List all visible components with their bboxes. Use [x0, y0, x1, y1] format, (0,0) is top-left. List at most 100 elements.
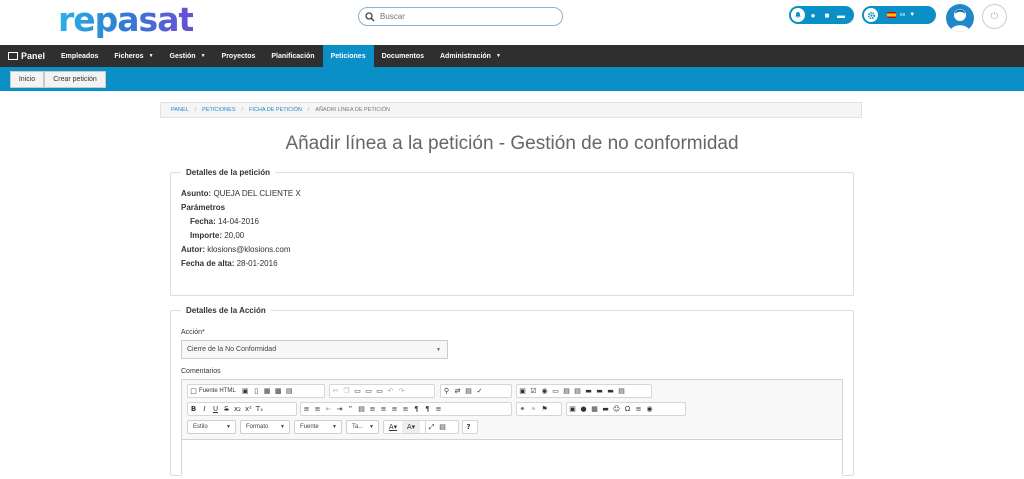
- image-icon[interactable]: ▣: [567, 403, 578, 415]
- chevron-down-icon[interactable]: ▼: [905, 8, 919, 22]
- ltr-icon[interactable]: ¶: [411, 403, 422, 415]
- crear-peticion-button[interactable]: Crear petición: [44, 71, 106, 88]
- rtl-icon[interactable]: ¶: [422, 403, 433, 415]
- breadcrumb-link[interactable]: Ficha de petición: [249, 107, 302, 113]
- nav-administracion[interactable]: Administración ▼: [432, 45, 509, 67]
- textfield-icon[interactable]: ▭: [550, 385, 561, 397]
- remove-format-icon[interactable]: Tₓ: [254, 403, 265, 415]
- style-dropdown[interactable]: Estilo ▼: [187, 420, 236, 434]
- message-icon[interactable]: ▬: [834, 8, 848, 22]
- strike-icon[interactable]: S: [221, 403, 232, 415]
- numbered-list-icon[interactable]: ≡: [301, 403, 312, 415]
- bulleted-list-icon[interactable]: ≡: [312, 403, 323, 415]
- gear-icon[interactable]: [863, 7, 879, 23]
- find-icon[interactable]: ⚲: [441, 385, 452, 397]
- cut-icon[interactable]: ✂: [330, 385, 341, 397]
- language-icon[interactable]: ≡: [433, 403, 444, 415]
- button-field-icon[interactable]: ▬: [583, 385, 594, 397]
- help-icon[interactable]: ?: [463, 421, 474, 433]
- hidden-field-icon[interactable]: ▬: [605, 385, 616, 397]
- paste-icon[interactable]: ▭: [352, 385, 363, 397]
- select-all-icon[interactable]: ▤: [463, 385, 474, 397]
- nav-documentos[interactable]: Documentos: [374, 45, 432, 67]
- outdent-icon[interactable]: ⇤: [323, 403, 334, 415]
- user-avatar[interactable]: [946, 4, 974, 32]
- repasat-logo[interactable]: repasat: [58, 2, 194, 38]
- horizontal-rule-icon[interactable]: ▬: [600, 403, 611, 415]
- redo-icon[interactable]: ↷: [396, 385, 407, 397]
- source-icon[interactable]: □: [188, 385, 199, 397]
- justify-icon[interactable]: ≡: [400, 403, 411, 415]
- toolbar-group-document: □ Fuente HTML ▣ ▯ ▦ ▩ ▤: [187, 384, 325, 398]
- nav-proyectos[interactable]: Proyectos: [214, 45, 264, 67]
- subscript-icon[interactable]: x₂: [232, 403, 243, 415]
- form-icon[interactable]: ▣: [517, 385, 528, 397]
- underline-icon[interactable]: U: [210, 403, 221, 415]
- spain-flag-icon[interactable]: [887, 12, 896, 18]
- link-icon[interactable]: ⚭: [517, 403, 528, 415]
- nav-panel[interactable]: Panel: [0, 45, 53, 67]
- italic-icon[interactable]: I: [199, 403, 210, 415]
- fecha-value: 14-04-2016: [218, 217, 259, 226]
- flash-icon[interactable]: ●: [578, 403, 589, 415]
- paste-word-icon[interactable]: ▭: [374, 385, 385, 397]
- maximize-icon[interactable]: ⤢: [426, 421, 437, 433]
- templates-icon[interactable]: ▤: [284, 385, 295, 397]
- blockquote-icon[interactable]: ”: [345, 403, 356, 415]
- anchor-icon[interactable]: ⚑: [539, 403, 550, 415]
- chat-icon[interactable]: ■: [820, 8, 834, 22]
- nav-peticiones[interactable]: Peticiones: [322, 45, 374, 67]
- special-char-icon[interactable]: Ω: [622, 403, 633, 415]
- smiley-icon[interactable]: ☺: [611, 403, 622, 415]
- create-div-icon[interactable]: ▤: [356, 403, 367, 415]
- nav-gestion[interactable]: Gestión ▼: [162, 45, 214, 67]
- image-button-icon[interactable]: ▬: [594, 385, 605, 397]
- accion-select[interactable]: Cierre de la No Conformidad ▼: [181, 340, 448, 359]
- align-left-icon[interactable]: ≡: [367, 403, 378, 415]
- superscript-icon[interactable]: x²: [243, 403, 254, 415]
- radio-icon[interactable]: ◉: [539, 385, 550, 397]
- table-icon[interactable]: ▦: [589, 403, 600, 415]
- size-dropdown[interactable]: Ta... ▼: [346, 420, 379, 434]
- unlink-icon[interactable]: ⚭: [528, 403, 539, 415]
- copy-icon[interactable]: ❐: [341, 385, 352, 397]
- text-color-icon[interactable]: A▾: [384, 421, 402, 433]
- bg-color-icon[interactable]: A▾: [402, 421, 420, 433]
- asunto-value: QUEJA DEL CLIENTE X: [213, 189, 301, 198]
- replace-icon[interactable]: ⇄: [452, 385, 463, 397]
- inicio-button[interactable]: Inicio: [10, 71, 44, 88]
- nav-ficheros[interactable]: Ficheros ▼: [106, 45, 161, 67]
- iframe-icon[interactable]: ◉: [644, 403, 655, 415]
- undo-icon[interactable]: ↶: [385, 385, 396, 397]
- search-box[interactable]: [358, 7, 563, 26]
- nav-planificacion[interactable]: Planificación: [263, 45, 322, 67]
- page-break-icon[interactable]: ≡: [633, 403, 644, 415]
- bell-icon[interactable]: [790, 7, 806, 23]
- editor-content-area[interactable]: [182, 439, 842, 479]
- spellcheck-icon[interactable]: ✓: [474, 385, 485, 397]
- bold-icon[interactable]: B: [188, 403, 199, 415]
- textarea-icon[interactable]: ▤: [561, 385, 572, 397]
- new-page-icon[interactable]: ▯: [251, 385, 262, 397]
- div-icon[interactable]: ▤: [616, 385, 627, 397]
- align-center-icon[interactable]: ≡: [378, 403, 389, 415]
- indent-icon[interactable]: ⇥: [334, 403, 345, 415]
- source-html-button[interactable]: Fuente HTML: [199, 388, 236, 394]
- font-dropdown[interactable]: Fuente ▼: [294, 420, 342, 434]
- fecha-alta-label: Fecha de alta:: [181, 259, 235, 268]
- paste-text-icon[interactable]: ▭: [363, 385, 374, 397]
- drop-icon[interactable]: ●: [806, 8, 820, 22]
- checkbox-icon[interactable]: ☑: [528, 385, 539, 397]
- format-dropdown[interactable]: Formato ▼: [240, 420, 290, 434]
- select-field-icon[interactable]: ▤: [572, 385, 583, 397]
- preview-icon[interactable]: ▦: [262, 385, 273, 397]
- save-icon[interactable]: ▣: [240, 385, 251, 397]
- breadcrumb-link[interactable]: Peticiones: [202, 107, 235, 113]
- nav-empleados[interactable]: Empleados: [53, 45, 106, 67]
- show-blocks-icon[interactable]: ▤: [437, 421, 448, 433]
- print-icon[interactable]: ▩: [273, 385, 284, 397]
- align-right-icon[interactable]: ≡: [389, 403, 400, 415]
- breadcrumb-link[interactable]: Panel: [171, 107, 189, 113]
- search-input[interactable]: [380, 12, 550, 21]
- power-icon[interactable]: ⏻: [982, 4, 1007, 29]
